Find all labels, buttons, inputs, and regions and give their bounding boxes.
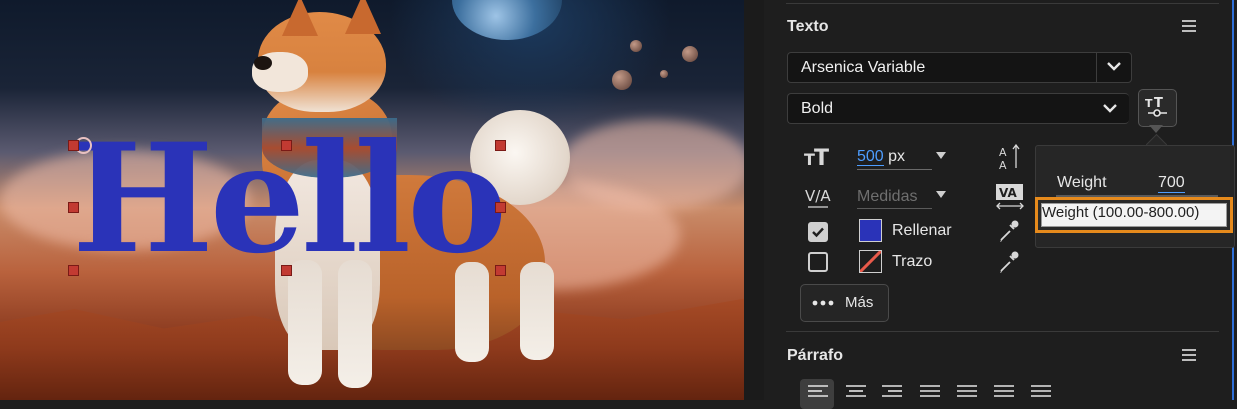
- tracking-icon: VA: [996, 184, 1024, 210]
- eyedropper-icon[interactable]: [998, 250, 1020, 274]
- font-style-value: Bold: [801, 100, 834, 117]
- more-label: Más: [845, 294, 874, 311]
- resize-handle[interactable]: [495, 265, 506, 276]
- align-left-icon: [808, 385, 828, 397]
- fill-checkbox[interactable]: [808, 222, 828, 242]
- variable-font-icon: T T: [1145, 96, 1167, 117]
- document-canvas[interactable]: Hello: [0, 0, 744, 400]
- planet-illustration: [452, 0, 562, 40]
- font-style-dropdown[interactable]: Bold: [787, 93, 1129, 124]
- dog-ear: [282, 0, 318, 36]
- svg-text:A: A: [999, 159, 1007, 170]
- divider: [786, 3, 1219, 4]
- panel-divider: [744, 0, 764, 400]
- kerning-icon: V/A: [805, 187, 831, 208]
- kerning-field[interactable]: Medidas: [857, 188, 917, 206]
- dog-ear: [345, 0, 381, 34]
- justify-icon: [994, 385, 1014, 397]
- resize-handle[interactable]: [68, 202, 79, 213]
- button-pointer: [1149, 125, 1163, 133]
- field-underline: [857, 208, 932, 209]
- weight-tooltip: Weight (100.00-800.00): [1035, 197, 1233, 233]
- resize-handle[interactable]: [495, 140, 506, 151]
- dog-nose: [254, 56, 272, 70]
- weight-axis-label: Weight: [1057, 174, 1107, 191]
- align-right-icon: [882, 385, 902, 397]
- resize-handle[interactable]: [68, 140, 79, 151]
- font-size-field[interactable]: 500 px: [857, 148, 905, 166]
- chevron-down-icon[interactable]: [1096, 53, 1131, 82]
- variable-font-button[interactable]: T T: [1138, 89, 1177, 127]
- kerning-caret-icon[interactable]: [936, 191, 946, 198]
- alignment-icons: [808, 385, 1051, 397]
- align-center-icon: [846, 385, 866, 397]
- resize-handle[interactable]: [495, 202, 506, 213]
- justify-icon: [1031, 385, 1051, 397]
- tooltip-text: Weight (100.00-800.00): [1042, 204, 1200, 221]
- stroke-checkbox[interactable]: [808, 252, 828, 272]
- svg-text:T: T: [1154, 96, 1163, 111]
- svg-text:VA: VA: [999, 186, 1017, 200]
- font-size-icon: T T: [804, 146, 829, 168]
- moon-illustration: [612, 70, 632, 90]
- svg-text:T: T: [814, 146, 829, 168]
- moon-illustration: [630, 40, 642, 52]
- more-dots-icon: [812, 300, 834, 306]
- stroke-label: Trazo: [892, 253, 933, 270]
- leading-icon: A A: [999, 144, 1020, 170]
- more-button[interactable]: Más: [800, 284, 889, 322]
- font-family-dropdown[interactable]: Arsenica Variable: [787, 52, 1132, 83]
- fill-label: Rellenar: [892, 222, 952, 239]
- fill-color-swatch[interactable]: [859, 219, 882, 242]
- svg-text:A: A: [999, 146, 1007, 159]
- moon-illustration: [682, 46, 698, 62]
- stroke-color-swatch[interactable]: [859, 250, 882, 273]
- eyedropper-icon[interactable]: [998, 219, 1020, 243]
- resize-handle[interactable]: [281, 140, 292, 151]
- dog-leg: [520, 262, 554, 360]
- svg-text:V/A: V/A: [805, 187, 831, 205]
- field-underline: [857, 169, 932, 170]
- section-title-texto: Texto: [787, 18, 829, 35]
- chevron-down-icon[interactable]: [1103, 103, 1117, 113]
- menu-icon[interactable]: [1182, 346, 1196, 364]
- resize-handle[interactable]: [68, 265, 79, 276]
- resize-handle[interactable]: [281, 265, 292, 276]
- menu-icon[interactable]: [1182, 17, 1196, 35]
- no-color-icon: [860, 251, 881, 272]
- font-family-value: Arsenica Variable: [801, 59, 926, 76]
- font-size-unit: px: [888, 148, 906, 165]
- checkmark-icon: [812, 227, 824, 238]
- divider: [786, 331, 1219, 332]
- moon-illustration: [660, 70, 668, 78]
- justify-icon: [957, 385, 977, 397]
- font-size-caret-icon[interactable]: [936, 152, 946, 159]
- justify-icon: [920, 385, 940, 397]
- weight-axis-value[interactable]: 700: [1158, 174, 1185, 193]
- section-title-parrafo: Párrafo: [787, 347, 844, 364]
- svg-text:T: T: [1145, 97, 1153, 110]
- font-size-value[interactable]: 500: [857, 148, 884, 166]
